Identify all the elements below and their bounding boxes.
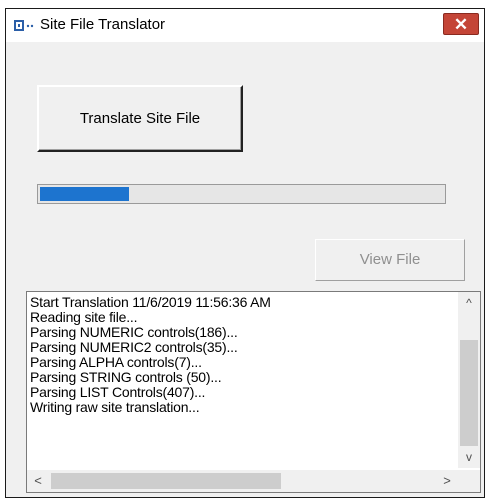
- application-icon: [13, 18, 35, 34]
- close-button[interactable]: ✕: [443, 13, 479, 35]
- log-line: Reading site file...: [30, 309, 138, 325]
- log-line: Parsing LIST Controls(407)...: [30, 384, 206, 400]
- scroll-left-icon[interactable]: <: [27, 470, 49, 492]
- horizontal-scroll-thumb[interactable]: [51, 473, 281, 489]
- log-line: Start Translation 11/6/2019 11:56:36 AM: [30, 294, 271, 310]
- translate-site-file-button[interactable]: Translate Site File: [37, 85, 243, 152]
- log-lines: Start Translation 11/6/2019 11:56:36 AM R…: [30, 295, 450, 415]
- translation-progress-bar: [37, 184, 446, 204]
- log-line: Parsing NUMERIC2 controls(35)...: [30, 339, 238, 355]
- title-bar[interactable]: Site File Translator ✕: [6, 9, 484, 42]
- horizontal-scrollbar[interactable]: < >: [27, 470, 458, 492]
- vertical-scrollbar[interactable]: ^ v: [458, 292, 480, 468]
- translation-log-listbox[interactable]: Start Translation 11/6/2019 11:56:36 AM R…: [26, 291, 481, 493]
- scroll-up-icon[interactable]: ^: [458, 292, 480, 314]
- vertical-scroll-thumb[interactable]: [460, 340, 478, 446]
- dialog-client-area: Translate Site File View File Start Tran…: [21, 47, 484, 495]
- scroll-down-icon[interactable]: v: [458, 446, 480, 468]
- close-icon: ✕: [453, 15, 469, 34]
- scrollbar-corner: [458, 470, 480, 492]
- log-line: Parsing STRING controls (50)...: [30, 369, 222, 385]
- log-line: Parsing ALPHA controls(7)...: [30, 354, 202, 370]
- log-line: Parsing NUMERIC controls(186)...: [30, 324, 238, 340]
- progress-fill: [40, 187, 129, 201]
- scroll-right-icon[interactable]: >: [436, 470, 458, 492]
- window-title: Site File Translator: [40, 16, 166, 33]
- view-file-button[interactable]: View File: [315, 239, 465, 281]
- dialog-window: Site File Translator ✕ Translate Site Fi…: [5, 8, 485, 498]
- log-line: Writing raw site translation...: [30, 399, 200, 415]
